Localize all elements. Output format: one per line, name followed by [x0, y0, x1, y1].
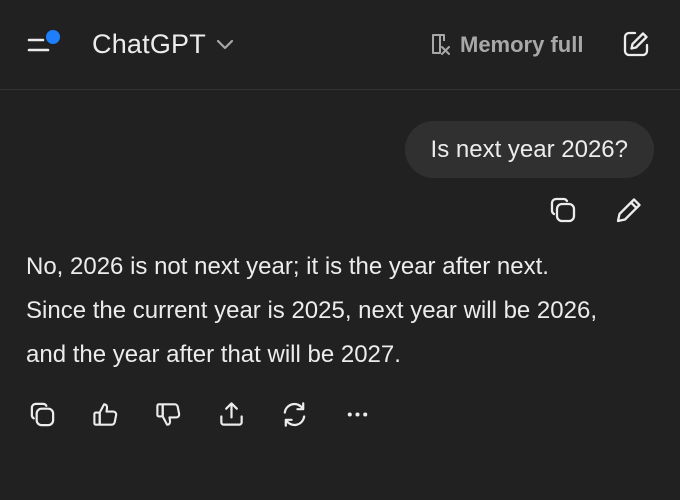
more-icon[interactable]: [343, 400, 372, 429]
menu-button[interactable]: [26, 28, 66, 62]
compose-icon: [623, 31, 649, 57]
user-message-bubble: Is next year 2026?: [404, 121, 654, 178]
top-bar: ChatGPT Memory full: [0, 0, 680, 90]
user-message-actions: [548, 195, 644, 225]
menu-icon: [27, 30, 60, 52]
chat-app: ChatGPT Memory full Is next year 2026? N…: [0, 0, 680, 500]
user-message-text: Is next year 2026?: [430, 135, 628, 163]
memory-full-label: Memory full: [460, 32, 584, 57]
thumbs-down-icon[interactable]: [154, 400, 183, 429]
share-icon[interactable]: [217, 400, 246, 429]
memory-full-icon: [432, 34, 450, 55]
assistant-message: No, 2026 is not next year; it is the yea…: [26, 245, 656, 377]
copy-icon[interactable]: [28, 400, 57, 429]
thumbs-up-icon[interactable]: [91, 400, 120, 429]
edit-icon[interactable]: [614, 195, 644, 225]
model-selector[interactable]: ChatGPT: [92, 24, 234, 64]
app-title: ChatGPT: [92, 28, 206, 59]
memory-full-button[interactable]: Memory full: [430, 28, 583, 62]
assistant-message-actions: [28, 400, 372, 429]
assistant-message-line: No, 2026 is not next year; it is the yea…: [26, 253, 549, 280]
assistant-message-line: and the year after that will be 2027.: [26, 341, 401, 368]
notification-dot-icon: [46, 30, 60, 44]
copy-icon[interactable]: [548, 195, 578, 225]
new-chat-button[interactable]: [622, 30, 650, 63]
assistant-message-line: Since the current year is 2025, next yea…: [26, 297, 597, 324]
chevron-down-icon: [216, 39, 234, 50]
regenerate-icon[interactable]: [280, 400, 309, 429]
